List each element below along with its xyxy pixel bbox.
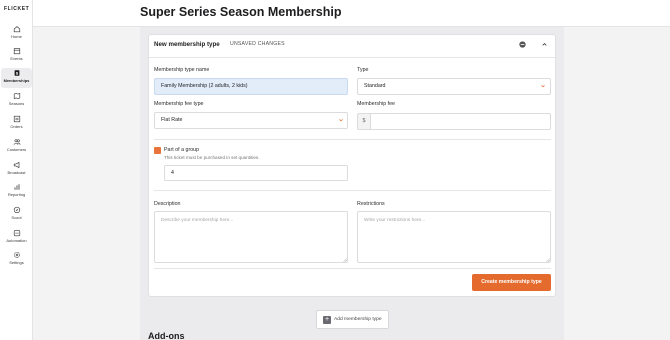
part-of-group-help: This ticket must be purchased in set qua… [164,155,260,160]
restrictions-textarea[interactable]: Write your restrictions here... [357,211,551,263]
plus-icon: + [323,316,331,324]
chevron-down-icon [541,85,545,88]
part-of-group-label: Part of a group [164,147,200,153]
sidebar-item-settings[interactable]: Settings [1,250,32,270]
reporting-icon [14,184,19,190]
sidebar-item-memberships[interactable]: $ Memberships [1,68,32,88]
sidebar-item-orders[interactable]: Orders [1,114,32,134]
chevron-down-icon [339,119,343,122]
sidebar-item-label: Reporting [7,192,26,197]
broadcast-icon [13,161,19,169]
part-of-group-checkbox[interactable] [154,147,161,159]
page-header: Super Series Season Membership [33,0,670,27]
sidebar-item-label: Settings [9,260,24,265]
section-divider [154,190,551,191]
fee-type-label: Membership fee type [154,101,204,107]
create-membership-type-button[interactable]: Create membership type [472,274,551,291]
sidebar-item-scout[interactable]: Scout [1,205,32,225]
sidebar-item-label: Automation [6,238,27,243]
resize-handle-icon[interactable] [546,258,550,262]
membership-fee-label: Membership fee [357,101,395,107]
sidebar-item-broadcast[interactable]: Broadcast [1,160,32,180]
addons-section-title: Add-ons [148,331,185,340]
section-divider [154,268,551,269]
group-quantity-input[interactable]: 4 [164,165,348,181]
fee-type-select[interactable]: Flat Rate [154,112,348,129]
map-icon [13,93,20,99]
sidebar-item-label: Orders [10,124,23,129]
scout-icon [13,206,20,214]
description-textarea[interactable]: Describe your membership here... [154,211,348,263]
sidebar: FLICKET Home Events $ Memberships Season… [0,0,33,340]
calendar-icon [13,48,20,55]
membership-icon: $ [14,70,19,76]
currency-prefix: $ [357,113,371,130]
sidebar-item-automation[interactable]: Automation [1,228,32,248]
sidebar-item-label: Seasons [8,101,25,106]
sidebar-item-reporting[interactable]: Reporting [1,182,32,202]
checkmark-icon [155,154,160,159]
add-membership-type-label: Add membership type [334,317,382,322]
chevron-up-icon[interactable] [540,40,549,49]
sidebar-item-label: Customers [6,147,27,152]
automation-icon [13,230,20,237]
membership-name-input[interactable]: Family Membership (2 adults, 2 kids) [154,78,348,95]
sidebar-item-seasons[interactable]: Seasons [1,91,32,111]
card-header-divider [149,57,555,58]
sidebar-item-customers[interactable]: Customers [1,137,32,157]
membership-name-label: Membership type name [154,67,210,73]
app-logo: FLICKET [4,6,30,12]
sidebar-item-home[interactable]: Home [1,24,32,44]
remove-icon[interactable] [518,40,527,49]
description-label: Description [154,201,181,207]
resize-handle-icon[interactable] [343,258,347,262]
sidebar-item-label: Memberships [3,78,30,83]
membership-fee-input[interactable] [370,113,551,130]
sidebar-item-label: Scout [11,215,22,220]
page-title: Super Series Season Membership [140,5,342,19]
restrictions-label: Restrictions [357,201,385,207]
home-icon [13,26,20,33]
type-label: Type [357,67,369,73]
card-title: New membership type [154,41,220,48]
sidebar-item-label: Events [10,56,23,61]
unsaved-changes-badge: UNSAVED CHANGES [230,41,285,47]
customers-icon [13,139,20,145]
sidebar-item-events[interactable]: Events [1,46,32,66]
orders-icon [13,115,20,123]
add-membership-type-button[interactable]: + Add membership type [316,310,389,329]
sidebar-item-label: Broadcast [7,170,26,175]
section-divider [154,139,551,140]
settings-icon [13,252,20,258]
type-select[interactable]: Standard [357,78,551,95]
sidebar-item-label: Home [11,34,22,39]
